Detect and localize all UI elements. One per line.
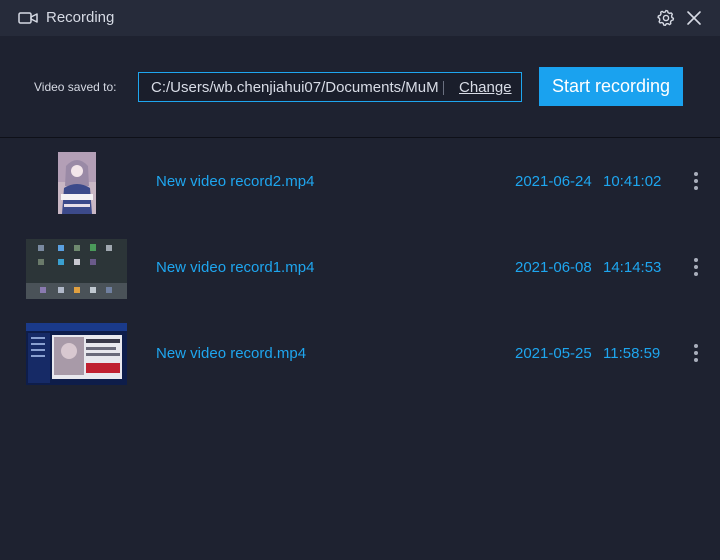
video-date: 2021-05-25 [515,345,592,362]
video-thumbnail[interactable] [58,152,96,214]
video-row[interactable]: New video record2.mp4 2021-06-24 10:41:0… [0,139,720,225]
change-path-link[interactable]: Change [459,79,512,96]
save-path-text: C:/Users/wb.chenjiahui07/Documents/MuMu [151,79,439,96]
more-options-icon[interactable] [688,255,704,279]
video-file-name[interactable]: New video record2.mp4 [156,173,314,190]
video-row[interactable]: New video record1.mp4 2021-06-08 14:14:5… [0,225,720,311]
gear-icon[interactable] [656,8,676,28]
home-screen-thumbnail [26,239,127,299]
video-date: 2021-06-08 [515,259,592,276]
section-divider [0,137,720,138]
video-time: 14:14:53 [603,259,662,276]
title-bar: Recording [0,0,720,36]
video-file-name[interactable]: New video record1.mp4 [156,259,314,276]
more-options-icon[interactable] [688,341,704,365]
window-title: Recording [46,9,115,26]
start-recording-button[interactable]: Start recording [539,67,683,106]
video-time: 11:58:59 [603,345,661,362]
save-location-bar: Video saved to: C:/Users/wb.chenjiahui07… [0,36,720,137]
game-menu-thumbnail [26,323,127,385]
video-date: 2021-06-24 [515,173,592,190]
save-path-field[interactable]: C:/Users/wb.chenjiahui07/Documents/MuMu … [138,72,522,102]
video-thumbnail[interactable] [26,323,127,385]
video-row[interactable]: New video record.mp4 2021-05-25 11:58:59 [0,311,720,397]
save-location-label: Video saved to: [34,80,117,94]
video-camera-icon [18,12,38,24]
video-thumbnail[interactable] [26,239,127,299]
video-file-name[interactable]: New video record.mp4 [156,345,306,362]
video-time: 10:41:02 [603,173,662,190]
path-divider [443,81,444,95]
close-icon[interactable] [684,8,704,28]
portrait-character-thumbnail [58,152,96,214]
more-options-icon[interactable] [688,169,704,193]
